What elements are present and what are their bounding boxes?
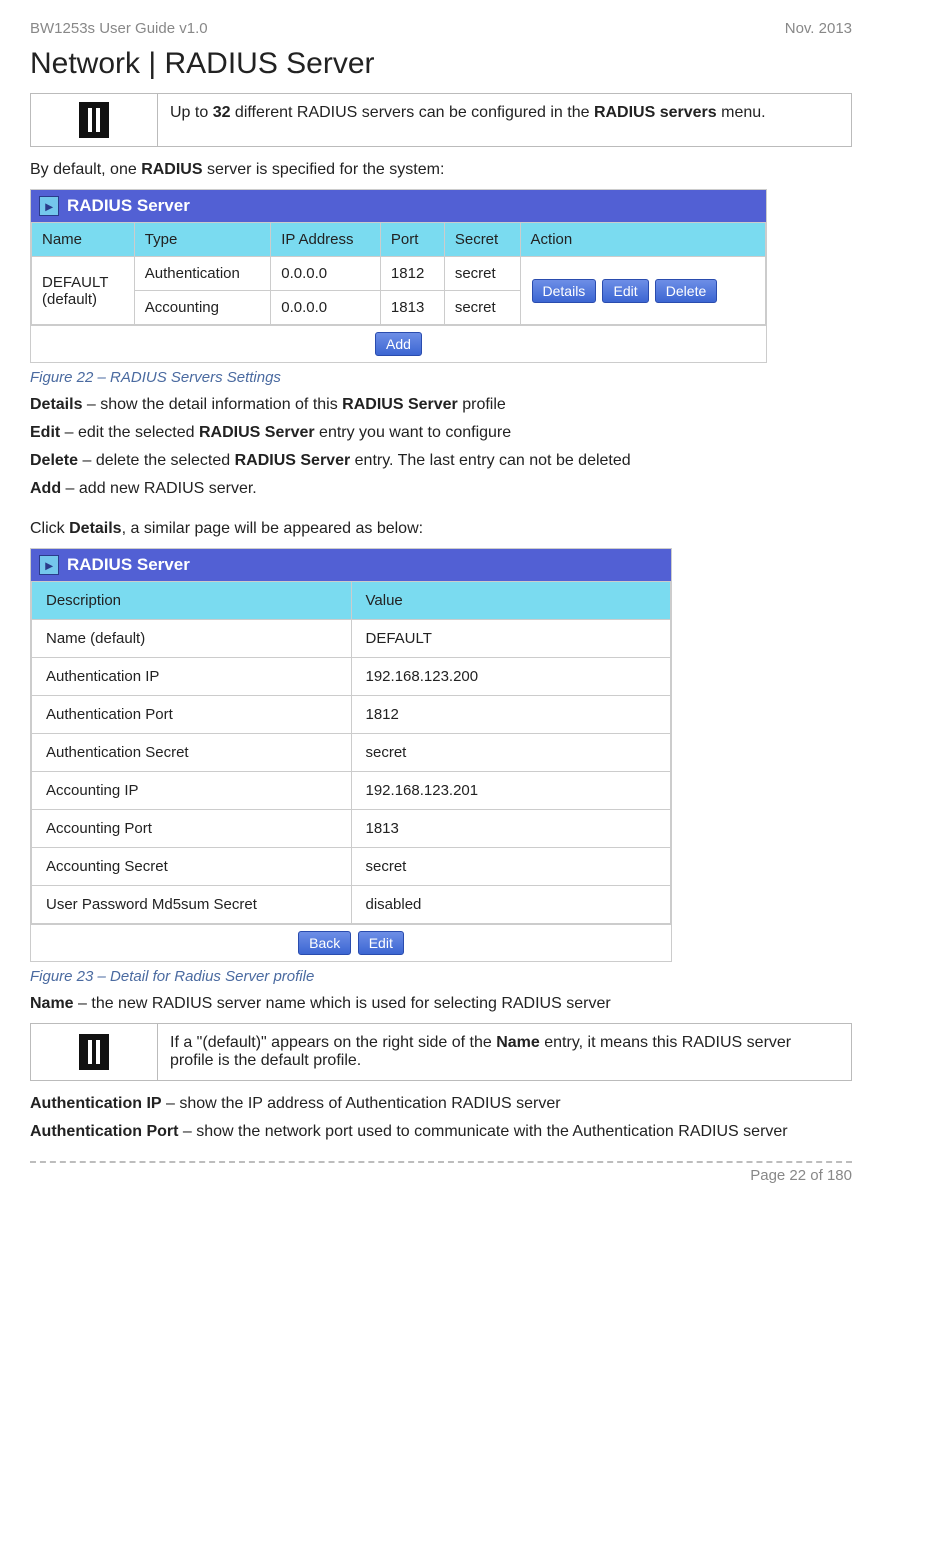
info-box-radius-capacity: Up to 32 different RADIUS servers can be…	[30, 93, 852, 147]
table-header-row: Description Value	[32, 582, 671, 620]
cell-secret: secret	[444, 291, 520, 325]
col-ip: IP Address	[271, 223, 381, 257]
intro-text-2: Click Details, a similar page will be ap…	[30, 520, 852, 538]
def-name: Name – the new RADIUS server name which …	[30, 995, 852, 1013]
def-auth-ip: Authentication IP – show the IP address …	[30, 1095, 852, 1113]
radius-detail-widget: ▸ RADIUS Server Description Value Name (…	[30, 548, 672, 962]
table-row: Authentication Secretsecret	[32, 734, 671, 772]
info-box-default-name: If a "(default)" appears on the right si…	[30, 1023, 852, 1081]
radius-servers-table: Name Type IP Address Port Secret Action …	[31, 222, 766, 325]
table-row: DEFAULT (default) Authentication 0.0.0.0…	[32, 257, 766, 291]
cell-type: Accounting	[134, 291, 270, 325]
cell-type: Authentication	[134, 257, 270, 291]
table-row: Authentication Port1812	[32, 696, 671, 734]
widget-title-text: RADIUS Server	[67, 196, 190, 216]
intro-text-1: By default, one RADIUS server is specifi…	[30, 161, 852, 179]
edit-button[interactable]: Edit	[358, 931, 404, 955]
col-type: Type	[134, 223, 270, 257]
page-title: Network | RADIUS Server	[30, 47, 852, 81]
col-port: Port	[380, 223, 444, 257]
edit-button[interactable]: Edit	[602, 279, 648, 303]
cell-port: 1813	[380, 291, 444, 325]
def-delete: Delete – delete the selected RADIUS Serv…	[30, 452, 852, 470]
info-text: Up to 32 different RADIUS servers can be…	[158, 94, 851, 146]
radius-detail-table: Description Value Name (default)DEFAULT …	[31, 581, 671, 924]
table-row: User Password Md5sum Secretdisabled	[32, 886, 671, 924]
widget-title-bar: ▸ RADIUS Server	[31, 190, 766, 222]
cell-ip: 0.0.0.0	[271, 257, 381, 291]
def-details: Details – show the detail information of…	[30, 396, 852, 414]
info-text: If a "(default)" appears on the right si…	[158, 1024, 851, 1080]
table-row: Accounting Secretsecret	[32, 848, 671, 886]
col-name: Name	[32, 223, 135, 257]
cell-ip: 0.0.0.0	[271, 291, 381, 325]
details-button[interactable]: Details	[532, 279, 597, 303]
cell-secret: secret	[444, 257, 520, 291]
def-auth-port: Authentication Port – show the network p…	[30, 1123, 852, 1141]
col-secret: Secret	[444, 223, 520, 257]
figure-22-caption: Figure 22 – RADIUS Servers Settings	[30, 369, 852, 386]
table-row: Name (default)DEFAULT	[32, 620, 671, 658]
cell-actions: Details Edit Delete	[520, 257, 765, 325]
col-action: Action	[520, 223, 765, 257]
col-value: Value	[351, 582, 671, 620]
detail-buttons-row: Back Edit	[31, 924, 671, 961]
cell-name: DEFAULT (default)	[32, 257, 135, 325]
radius-servers-widget: ▸ RADIUS Server Name Type IP Address Por…	[30, 189, 767, 363]
def-add: Add – add new RADIUS server.	[30, 480, 852, 498]
widget-title-text: RADIUS Server	[67, 555, 190, 575]
table-row: Accounting Port1813	[32, 810, 671, 848]
cell-port: 1812	[380, 257, 444, 291]
add-button[interactable]: Add	[375, 332, 422, 356]
add-row: Add	[31, 325, 766, 362]
collapse-icon[interactable]: ▸	[39, 196, 59, 216]
back-button[interactable]: Back	[298, 931, 351, 955]
figure-23-caption: Figure 23 – Detail for Radius Server pro…	[30, 968, 852, 985]
info-icon	[31, 1024, 158, 1080]
page-header: BW1253s User Guide v1.0 Nov. 2013	[30, 20, 852, 37]
collapse-icon[interactable]: ▸	[39, 555, 59, 575]
table-row: Accounting IP192.168.123.201	[32, 772, 671, 810]
def-edit: Edit – edit the selected RADIUS Server e…	[30, 424, 852, 442]
table-header-row: Name Type IP Address Port Secret Action	[32, 223, 766, 257]
header-left: BW1253s User Guide v1.0	[30, 20, 208, 37]
header-right: Nov. 2013	[785, 20, 852, 37]
table-row: Authentication IP192.168.123.200	[32, 658, 671, 696]
footer-divider	[30, 1161, 852, 1163]
page-footer: Page 22 of 180	[30, 1167, 852, 1184]
delete-button[interactable]: Delete	[655, 279, 717, 303]
widget-title-bar: ▸ RADIUS Server	[31, 549, 671, 581]
col-description: Description	[32, 582, 352, 620]
info-icon	[31, 94, 158, 146]
